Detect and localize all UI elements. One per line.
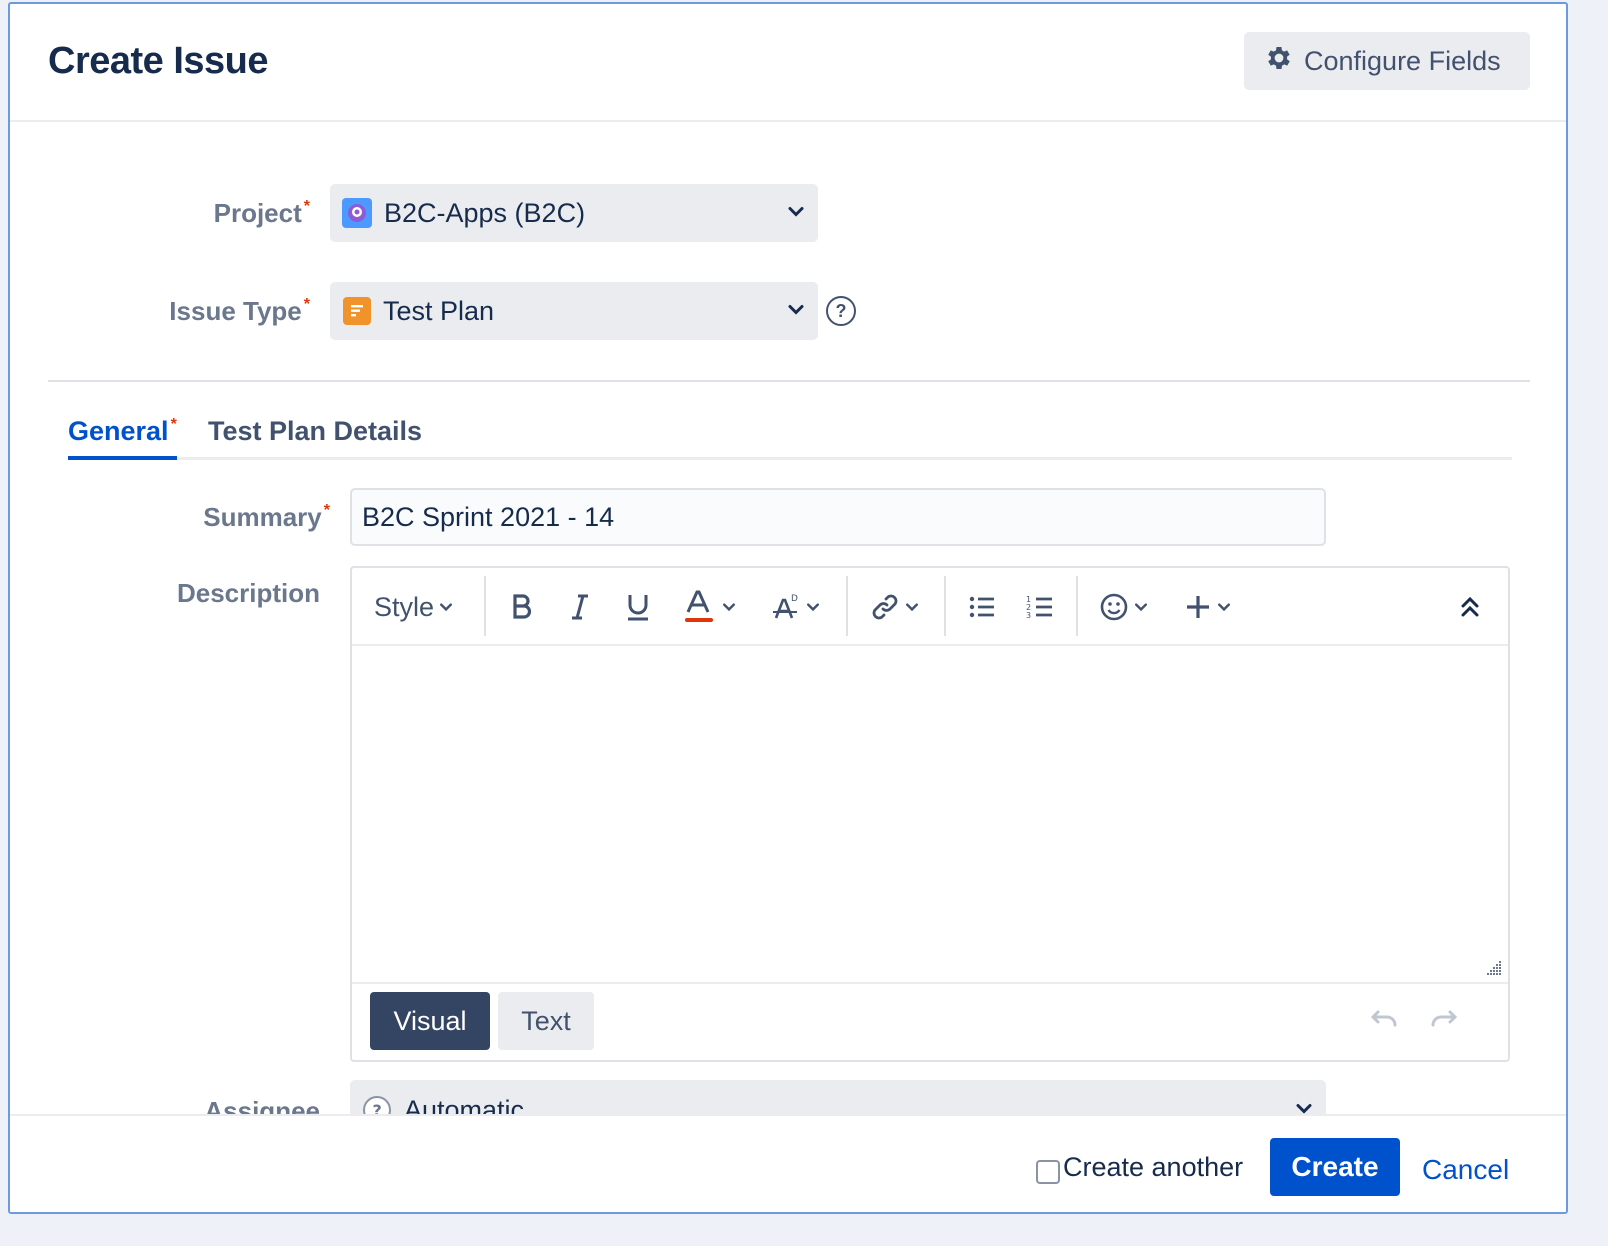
project-label: Project * xyxy=(160,198,310,229)
underline-button[interactable] xyxy=(618,582,658,632)
assignee-value: Automatic xyxy=(404,1094,525,1115)
chevron-down-icon xyxy=(1218,603,1230,612)
description-editor: Style D 1 2 3 Visual Text xyxy=(350,566,1510,1062)
underline-icon xyxy=(628,595,648,621)
project-label-text: Project xyxy=(213,198,302,228)
create-another-checkbox[interactable] xyxy=(1036,1160,1060,1184)
chevron-down-icon xyxy=(723,603,735,612)
dialog-footer: Create another Create Cancel xyxy=(10,1114,1566,1212)
bullet-list-button[interactable] xyxy=(962,582,1002,632)
bullet-list-icon xyxy=(969,596,994,618)
avatar-icon: ? xyxy=(362,1095,392,1114)
gear-icon xyxy=(1264,43,1304,80)
required-mark: * xyxy=(303,198,310,215)
plus-icon xyxy=(1187,596,1209,618)
tab-test-plan-details[interactable]: Test Plan Details xyxy=(208,416,422,447)
toolbar-separator xyxy=(944,576,946,636)
summary-label-text: Summary xyxy=(203,502,322,532)
summary-input[interactable]: B2C Sprint 2021 - 14 xyxy=(350,488,1326,546)
issue-type-label: Issue Type * xyxy=(110,296,310,327)
project-value: B2C-Apps (B2C) xyxy=(384,197,586,228)
numbered-list-button[interactable]: 123 xyxy=(1020,582,1060,632)
text-mode-button[interactable]: Text xyxy=(498,992,594,1050)
text-color-icon xyxy=(685,590,713,622)
toolbar-separator xyxy=(1076,576,1078,636)
tab-general[interactable]: General * xyxy=(68,416,177,460)
redo-icon[interactable] xyxy=(1428,1008,1458,1033)
cancel-link[interactable]: Cancel xyxy=(1422,1154,1509,1186)
summary-label: Summary * xyxy=(160,502,330,533)
italic-button[interactable] xyxy=(560,582,600,632)
svg-text:?: ? xyxy=(373,1101,382,1114)
link-icon xyxy=(872,594,898,620)
divider xyxy=(48,380,1530,382)
bold-icon xyxy=(513,594,532,619)
link-button[interactable] xyxy=(866,582,924,632)
issue-type-select[interactable]: Test Plan xyxy=(330,282,818,340)
chevron-down-icon xyxy=(1135,603,1147,612)
issue-type-value: Test Plan xyxy=(383,295,495,326)
style-dropdown[interactable]: Style xyxy=(374,582,454,632)
issue-type-label-text: Issue Type xyxy=(169,296,302,326)
project-avatar-icon xyxy=(342,198,372,228)
resize-handle-icon[interactable] xyxy=(1484,958,1502,976)
test-plan-icon xyxy=(343,297,371,325)
toolbar-separator xyxy=(484,576,486,636)
text-color-button[interactable] xyxy=(678,582,742,632)
collapse-toolbar-button[interactable] xyxy=(1452,582,1488,632)
configure-fields-label: Configure Fields xyxy=(1304,45,1501,76)
chevron-down-icon xyxy=(786,296,806,327)
chevron-down-icon xyxy=(807,603,819,612)
bold-button[interactable] xyxy=(502,582,542,632)
undo-icon[interactable] xyxy=(1370,1008,1400,1033)
chevron-down-icon xyxy=(440,603,453,612)
assignee-select[interactable]: ? Automatic xyxy=(350,1080,1326,1114)
assignee-label: Assignee xyxy=(204,1096,320,1114)
tab-general-label: General xyxy=(68,416,169,446)
more-formatting-button[interactable]: D xyxy=(768,582,824,632)
required-mark: * xyxy=(303,296,310,313)
svg-text:3: 3 xyxy=(1026,611,1031,620)
style-label: Style xyxy=(374,591,435,622)
create-issue-dialog: Create Issue Configure Fields Project * B… xyxy=(8,2,1568,1214)
numbered-list-icon: 123 xyxy=(1026,595,1052,620)
visual-mode-button[interactable]: Visual xyxy=(370,992,490,1050)
project-select[interactable]: B2C-Apps (B2C) xyxy=(330,184,818,242)
configure-fields-button[interactable]: Configure Fields xyxy=(1244,32,1530,90)
clear-formatting-icon: D xyxy=(773,594,798,619)
form-tabs: General * Test Plan Details xyxy=(68,410,1512,460)
double-chevron-up-icon xyxy=(1461,596,1479,617)
emoji-button[interactable] xyxy=(1094,582,1154,632)
chevron-down-icon xyxy=(786,198,806,229)
help-icon[interactable]: ? xyxy=(826,296,856,326)
dialog-body: Project * B2C-Apps (B2C) Issue Type * Test… xyxy=(10,124,1566,1114)
create-button[interactable]: Create xyxy=(1270,1138,1400,1196)
toolbar-separator xyxy=(846,576,848,636)
description-label: Description xyxy=(176,578,320,608)
create-another-label[interactable]: Create another xyxy=(1063,1152,1243,1183)
chevron-down-icon xyxy=(906,603,918,612)
description-text-area[interactable] xyxy=(352,646,1508,982)
editor-mode-bar: Visual Text xyxy=(352,982,1508,1062)
svg-text:D: D xyxy=(791,594,798,604)
dialog-title: Create Issue xyxy=(48,40,269,82)
required-mark: * xyxy=(323,502,330,519)
required-mark: * xyxy=(170,416,177,433)
italic-icon xyxy=(572,594,588,620)
emoji-icon xyxy=(1100,593,1128,621)
editor-toolbar: Style D 1 2 3 xyxy=(352,568,1508,646)
chevron-down-icon xyxy=(1294,1095,1314,1115)
dialog-header: Create Issue Configure Fields xyxy=(10,4,1566,122)
insert-more-button[interactable] xyxy=(1180,582,1236,632)
